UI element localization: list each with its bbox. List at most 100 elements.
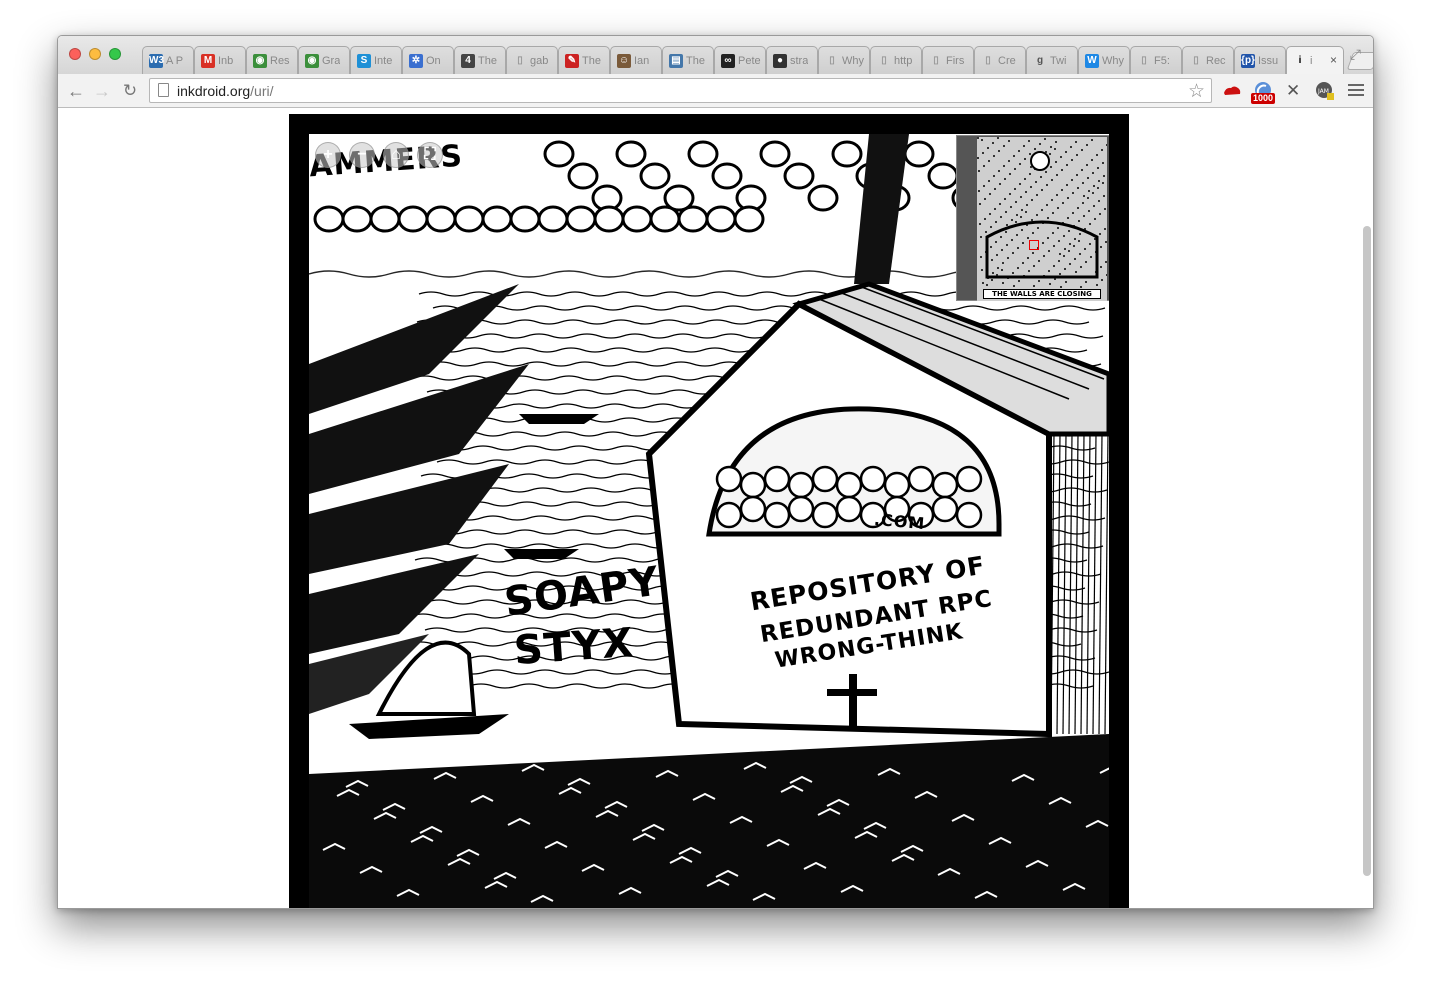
zoom-out-button[interactable]: − [349,142,375,168]
reload-icon[interactable]: ↻ [120,81,140,101]
w3c-icon: W3 [149,53,164,68]
tab-title: gab [530,54,549,67]
browser-tab[interactable]: ∞ Pete [714,46,766,74]
pin-extension-icon[interactable]: ✕ [1286,81,1306,101]
avatar-icon: ☺ [617,53,631,68]
tab-title: On [426,54,441,67]
full-page-button[interactable]: ⛶ [417,142,443,168]
tab-title: stra [790,54,809,67]
menu-hamburger-icon[interactable] [1348,81,1364,99]
feed-count-badge: 1000 [1251,93,1276,104]
gmail-icon: M [201,53,215,68]
browser-tab[interactable]: ☺ Ian [610,46,662,74]
info-icon: i [1298,54,1302,66]
browser-tab[interactable]: W3 A P [142,46,194,74]
tab-title: Issu [1258,54,1279,67]
minimize-window-button[interactable] [89,48,101,60]
red-shoe-extension-icon[interactable] [1222,81,1242,101]
page-icon: ▯ [933,54,939,66]
browser-tab[interactable]: W Why [1078,46,1130,74]
navigator-thumbnail: THE WALLS ARE CLOSING [977,137,1107,301]
browser-tab[interactable]: 4 The [454,46,506,74]
browser-tab[interactable]: ▤ The [662,46,714,74]
browser-tab[interactable]: ◉ Res [246,46,298,74]
tab-title: i [1310,54,1313,67]
browser-tab[interactable]: ◉ Gra [298,46,350,74]
tab-title: The [478,54,497,67]
page-icon [158,83,169,97]
browser-tab[interactable]: ▯ Rec [1182,46,1234,74]
url-host: inkdroid.org [177,83,251,99]
red-book-icon: ✎ [565,53,579,68]
wikipedia-icon: W [1085,53,1099,68]
ink-drawing: AMMERS SOAPY STYX REPOSITORY OF REDUNDAN… [309,134,1109,908]
tab-title: Gra [322,54,341,67]
tab-title: Pete [738,54,761,67]
page-icon: ▯ [829,54,835,66]
close-window-button[interactable] [69,48,81,60]
toolbar: ← → ↻ inkdroid.org/uri/ ☆ 1000 ✕ JAM [58,74,1373,108]
navigator-caption: THE WALLS ARE CLOSING [983,289,1101,299]
browser-tab[interactable]: {p} Issu [1234,46,1286,74]
jam-extension-icon[interactable]: JAM [1315,81,1335,101]
tab-title: http [894,54,913,67]
navigator-minimap[interactable]: THE WALLS ARE CLOSING [956,135,1109,301]
tab-title: A P [166,54,184,67]
python-icon: {p} [1241,53,1255,68]
url-path: /uri/ [250,83,274,99]
browser-tab[interactable]: g Twi [1026,46,1078,74]
zoom-in-button[interactable]: + [315,142,341,168]
page-icon: ▯ [517,54,523,66]
tab-title: Why [1102,54,1124,67]
page-icon: ▯ [1141,54,1147,66]
back-arrow-icon[interactable]: ← [66,81,86,102]
browser-window: W3 A P M Inb ◉ Res ◉ Gra S Inte ✲ On 4 The ▯ gab ✎ The ☺ Ia… [57,35,1374,909]
page-scrollbar[interactable] [1363,226,1371,876]
page-icon: ▯ [985,54,991,66]
tabs: W3 A P M Inb ◉ Res ◉ Gra S Inte ✲ On 4 The ▯ gab ✎ The ☺ Ia… [142,46,1373,74]
github-icon: ● [773,53,787,68]
tab-title: Inb [218,54,234,67]
page-content: AMMERS SOAPY STYX REPOSITORY OF REDUNDAN… [58,108,1373,908]
tab-title: Twi [1050,54,1067,67]
tab-close-icon[interactable]: × [1330,53,1337,67]
browser-tab[interactable]: S Inte [350,46,402,74]
globe-icon: ◉ [305,53,319,68]
browser-tab[interactable]: ▯ F5: [1130,46,1182,74]
tab-title: Firs [946,54,965,67]
maximize-window-button[interactable] [109,48,121,60]
browser-tab[interactable]: ✲ On [402,46,454,74]
browser-tab[interactable]: ▯ http [870,46,922,74]
browser-tab[interactable]: M Inb [194,46,246,74]
address-bar[interactable]: inkdroid.org/uri/ ☆ [149,78,1212,103]
globe-icon: ◉ [253,53,267,68]
html5-icon: 4 [461,53,475,68]
tab-title: Res [270,54,290,67]
home-button[interactable]: ⌂ [383,142,409,168]
tab-title: F5: [1154,54,1170,67]
tab-title: The [686,54,705,67]
browser-tab[interactable]: ▯ Cre [974,46,1026,74]
tab-title: Inte [374,54,393,67]
tab-title: The [582,54,601,67]
url-text: inkdroid.org/uri/ [177,83,274,99]
tab-title: Rec [1206,54,1226,67]
browser-tab[interactable]: ▯ gab [506,46,558,74]
tab-strip: W3 A P M Inb ◉ Res ◉ Gra S Inte ✲ On 4 The ▯ gab ✎ The ☺ Ia… [58,36,1373,74]
fullscreen-icon[interactable]: ⤢ [1350,46,1361,63]
book-icon: ▤ [669,53,683,68]
goodreads-icon: g [1036,54,1044,66]
image-viewer[interactable]: AMMERS SOAPY STYX REPOSITORY OF REDUNDAN… [289,114,1129,908]
navigator-viewport-rect[interactable] [1029,240,1039,250]
browser-tab[interactable]: ✎ The [558,46,610,74]
tab-title: Ian [634,54,650,67]
browser-tab[interactable]: i i × [1286,46,1344,74]
browser-tab[interactable]: ▯ Why [818,46,870,74]
browser-tab[interactable]: ▯ Firs [922,46,974,74]
s-icon: S [357,53,371,68]
bookmark-star-icon[interactable]: ☆ [1188,80,1205,103]
network-icon: ✲ [409,53,423,68]
page-icon: ▯ [881,54,887,66]
browser-tab[interactable]: ● stra [766,46,818,74]
forward-arrow-icon[interactable]: → [92,81,112,102]
